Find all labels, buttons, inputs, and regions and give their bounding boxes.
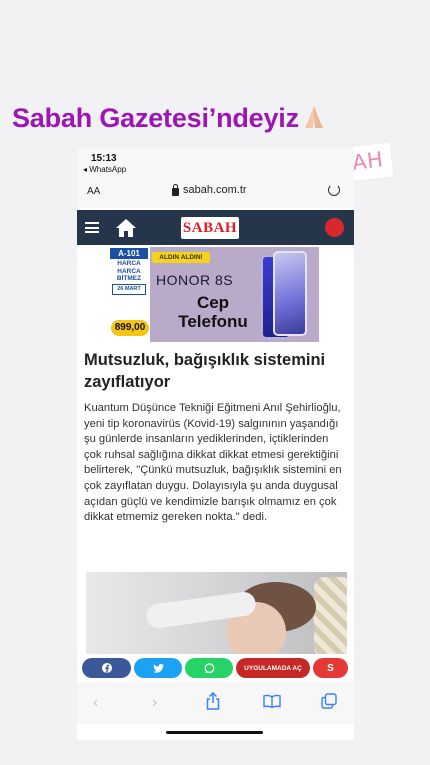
ad-sidebar: A-101 HARCA HARCA BİTMEZ 26 MART 899,00	[108, 247, 150, 342]
ad-slogan: HARCA HARCA BİTMEZ	[116, 260, 142, 282]
text-size-button[interactable]: AA	[87, 186, 100, 197]
ad-product: HONOR 8S	[156, 272, 234, 288]
ad-brand: A-101	[110, 248, 148, 259]
user-badge-icon[interactable]	[325, 218, 344, 237]
whatsapp-share-button[interactable]	[185, 658, 233, 678]
ad-promo: ALDIN ALDIN!	[152, 252, 210, 263]
reload-icon[interactable]	[328, 184, 340, 196]
open-in-app-button[interactable]: UYGULAMADA AÇ	[236, 658, 310, 678]
site-header: SABAH	[77, 210, 354, 245]
ad-date: 26 MART	[112, 284, 146, 295]
facebook-share-button[interactable]	[82, 658, 131, 678]
hamburger-menu-icon[interactable]	[85, 222, 99, 233]
ad-product-type: Cep Telefonu	[178, 293, 248, 331]
ad-phone-image	[273, 251, 307, 336]
back-to-app-link[interactable]: ◂ WhatsApp	[83, 165, 126, 174]
story-caption: Sabah Gazetesi’ndeyiz	[12, 103, 329, 134]
ad-price: 899,00	[111, 320, 149, 336]
url-field[interactable]: sabah.com.tr	[172, 183, 247, 196]
home-icon[interactable]	[115, 218, 137, 238]
share-icon[interactable]	[206, 692, 220, 710]
article-body: Kuantum Düşünce Tekniği Eğitmeni Anıl Şe…	[84, 402, 342, 524]
twitter-icon	[152, 663, 164, 673]
site-logo[interactable]: SABAH	[181, 217, 239, 239]
tabs-icon[interactable]	[321, 693, 337, 709]
advertisement-banner[interactable]: A-101 HARCA HARCA BİTMEZ 26 MART 899,00 …	[108, 247, 319, 342]
back-chevron-icon[interactable]: ‹	[93, 694, 98, 712]
share-bar: UYGULAMADA AÇ S	[82, 658, 352, 680]
article-photo	[86, 572, 347, 654]
story-caption-text: Sabah Gazetesi’ndeyiz	[12, 103, 299, 133]
photo-pillow	[314, 577, 347, 654]
whatsapp-icon	[204, 662, 214, 673]
facebook-icon	[101, 663, 112, 673]
safari-toolbar: ‹ ›	[77, 682, 354, 724]
home-indicator	[166, 731, 263, 734]
clock: 15:13	[91, 153, 117, 164]
logo-text: SABAH	[182, 220, 238, 236]
folded-hands-icon	[304, 106, 323, 128]
sabah-share-button[interactable]: S	[313, 658, 348, 678]
bookmarks-icon[interactable]	[263, 694, 281, 708]
instagram-story: Sabah Gazetesi’ndeyiz @SABAH 15:13 ◂ Wha…	[0, 0, 430, 765]
article-title: Mutsuzluk, bağışıklık sistemini zayıflat…	[84, 351, 326, 391]
url-text: sabah.com.tr	[183, 184, 247, 196]
phone-screenshot: 15:13 ◂ WhatsApp AA sabah.com.tr SABAH A…	[77, 148, 354, 740]
status-bar: 15:13 ◂ WhatsApp	[77, 148, 354, 178]
lock-icon	[172, 183, 179, 196]
address-bar[interactable]: AA sabah.com.tr	[77, 178, 354, 208]
forward-chevron-icon[interactable]: ›	[152, 694, 157, 712]
twitter-share-button[interactable]	[134, 658, 182, 678]
